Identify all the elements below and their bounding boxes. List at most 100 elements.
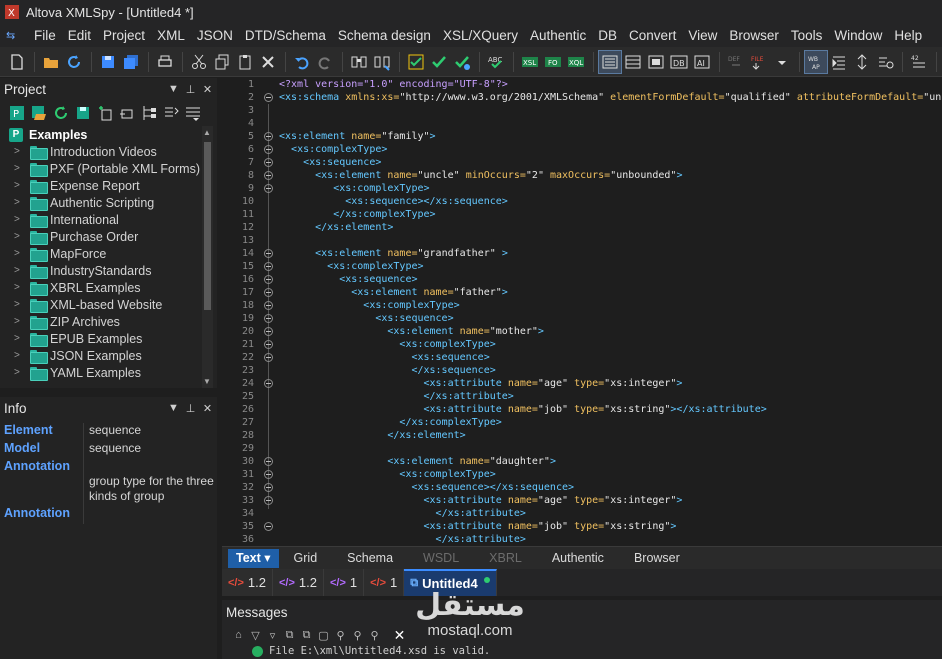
tree-item[interactable]: > EPUB Examples (0, 330, 200, 347)
fold-toggle-icon[interactable] (264, 275, 273, 284)
scroll-down-icon[interactable]: ▼ (203, 377, 211, 386)
doc-tab[interactable]: </> 1 (364, 569, 405, 596)
doc-tab[interactable]: </> 1 (323, 569, 365, 596)
replace-icon[interactable] (371, 51, 393, 73)
chevron-right-icon[interactable]: > (14, 180, 26, 191)
expand-all-icon[interactable] (182, 102, 203, 124)
menu-help[interactable]: Help (888, 24, 928, 47)
menu-window[interactable]: Window (828, 24, 888, 47)
tree-item[interactable]: > Introduction Videos (0, 143, 200, 160)
project-scrollbar[interactable]: ▲ ▼ (202, 126, 213, 388)
fold-toggle-icon[interactable] (264, 379, 273, 388)
fold-toggle-icon[interactable] (264, 158, 273, 167)
line-numbers-icon[interactable]: 42 (908, 51, 930, 73)
fold-toggle-icon[interactable] (264, 184, 273, 193)
panel-menu-icon[interactable]: ▼ (166, 83, 181, 95)
pin-icon[interactable]: ⊥ (183, 83, 198, 96)
redo-icon[interactable] (314, 51, 336, 73)
db-view-icon[interactable]: DB (668, 51, 690, 73)
tree-item[interactable]: > XBRL Examples (0, 279, 200, 296)
tree-item[interactable]: > IndustryStandards (0, 262, 200, 279)
chevron-right-icon[interactable]: > (14, 265, 26, 276)
save-icon[interactable] (97, 51, 119, 73)
fold-toggle-icon[interactable] (264, 145, 273, 154)
chevron-right-icon[interactable]: > (14, 282, 26, 293)
chevron-down-icon[interactable]: ▾ (264, 551, 270, 565)
chevron-right-icon[interactable]: > (14, 248, 26, 259)
fold-toggle-icon[interactable] (264, 353, 273, 362)
find-previous-icon[interactable]: ⚲ (349, 629, 366, 642)
fold-toggle-icon[interactable] (264, 262, 273, 271)
menu-browser[interactable]: Browser (723, 24, 785, 47)
open-project-icon[interactable] (28, 102, 49, 124)
project-properties-icon[interactable] (160, 102, 181, 124)
undo-icon[interactable] (291, 51, 313, 73)
fold-toggle-icon[interactable] (264, 340, 273, 349)
collapse-icon[interactable]: ⌂ (230, 629, 247, 641)
print-icon[interactable] (154, 51, 176, 73)
expand-icon[interactable] (851, 51, 873, 73)
tree-item[interactable]: > Purchase Order (0, 228, 200, 245)
tree-item[interactable]: > International (0, 211, 200, 228)
xsl-transform-icon[interactable]: XSL (519, 51, 541, 73)
def-icon[interactable]: DEF (725, 51, 747, 73)
chevron-right-icon[interactable]: > (14, 350, 26, 361)
tree-item[interactable]: > Authentic Scripting (0, 194, 200, 211)
text-view-icon[interactable] (598, 49, 622, 74)
fold-toggle-icon[interactable] (264, 470, 273, 479)
dropdown-arrow-icon[interactable] (771, 51, 793, 73)
document-menu-icon[interactable]: ⇆ (6, 29, 22, 42)
open-folder-icon[interactable] (40, 51, 62, 73)
menu-convert[interactable]: Convert (623, 24, 682, 47)
text-editor[interactable]: 1 2 3 4 5 6 7 8 9 10 11 12 13 14 15 16 17 18 19 20 21 22 23 24 2… (222, 78, 942, 545)
tree-item[interactable]: > YAML Examples (0, 364, 200, 381)
fold-toggle-icon[interactable] (264, 522, 273, 531)
close-icon[interactable]: ✕ (200, 83, 215, 96)
fold-toggle-icon[interactable] (264, 314, 273, 323)
tab-text[interactable]: Text ▾ (228, 548, 279, 568)
bookmark-settings-icon[interactable] (874, 51, 896, 73)
paste-icon[interactable] (234, 51, 256, 73)
tree-item[interactable]: > JSON Examples (0, 347, 200, 364)
menu-tools[interactable]: Tools (785, 24, 829, 47)
tab-grid[interactable]: Grid (279, 547, 333, 570)
chevron-right-icon[interactable]: > (14, 367, 26, 378)
copy-all-icon[interactable]: ⧉ (298, 629, 315, 642)
fold-toggle-icon[interactable] (264, 288, 273, 297)
reload-icon[interactable] (63, 51, 85, 73)
chevron-right-icon[interactable]: > (14, 214, 26, 225)
tree-item[interactable]: > ZIP Archives (0, 313, 200, 330)
spellcheck-icon[interactable]: ABC (485, 51, 507, 73)
scroll-thumb[interactable] (204, 142, 211, 310)
fold-toggle-icon[interactable] (264, 483, 273, 492)
fold-toggle-icon[interactable] (264, 457, 273, 466)
fold-toggle-icon[interactable] (264, 496, 273, 505)
find-next-icon[interactable]: ⚲ (366, 629, 383, 642)
tree-item[interactable]: > MapForce (0, 245, 200, 262)
word-wrap-icon[interactable]: WB AP (804, 49, 828, 74)
menu-view[interactable]: View (682, 24, 723, 47)
validate-all-icon[interactable] (451, 51, 473, 73)
menu-xsl-xquery[interactable]: XSL/XQuery (437, 24, 524, 47)
close-icon[interactable]: ✕ (200, 402, 215, 415)
save-project-icon[interactable] (72, 102, 93, 124)
menu-dtd-schema[interactable]: DTD/Schema (239, 24, 332, 47)
filter-icon[interactable]: ▽ (247, 629, 264, 642)
delete-icon[interactable] (257, 51, 279, 73)
chevron-right-icon[interactable]: > (14, 299, 26, 310)
expand-icon[interactable]: ▿ (264, 629, 281, 642)
reload-project-icon[interactable] (50, 102, 71, 124)
doc-tab[interactable]: </> 1.2 (222, 569, 273, 596)
menu-file[interactable]: File (28, 24, 62, 47)
schema-view-icon[interactable] (645, 51, 667, 73)
add-folder-icon[interactable] (138, 102, 159, 124)
chevron-right-icon[interactable]: > (14, 163, 26, 174)
fold-toggle-icon[interactable] (264, 327, 273, 336)
find-icon[interactable]: ⚲ (332, 629, 349, 642)
check-wellformed-icon[interactable] (405, 51, 427, 73)
project-icon[interactable]: P (6, 102, 27, 124)
doc-tab[interactable]: </> 1.2 (272, 569, 324, 596)
chevron-right-icon[interactable]: > (14, 316, 26, 327)
tree-item[interactable]: > PXF (Portable XML Forms) (0, 160, 200, 177)
menu-edit[interactable]: Edit (62, 24, 97, 47)
